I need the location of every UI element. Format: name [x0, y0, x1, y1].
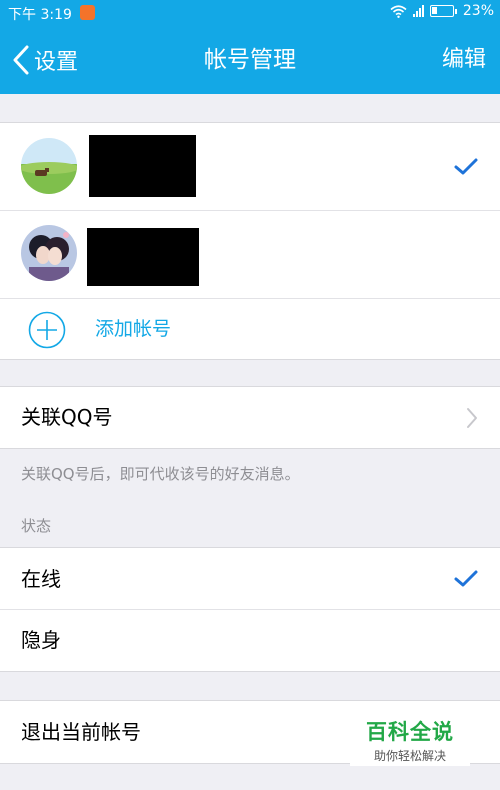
status-bar: 下午 3:19 23%: [0, 0, 500, 26]
status-option-label: 隐身: [21, 628, 61, 652]
accounts-list: 添加帐号: [0, 122, 500, 360]
watermark-slogan: 助你轻松解决: [373, 749, 446, 763]
status-indicators: 23%: [390, 3, 494, 19]
redacted-account-name: [89, 135, 196, 197]
avatar: [21, 225, 77, 281]
checkmark-icon: [454, 570, 478, 587]
link-qq-description: 关联QQ号后，即可代收该号的好友消息。: [21, 465, 300, 483]
redacted-account-name: [87, 228, 199, 286]
logout-label: 退出当前帐号: [21, 720, 141, 744]
account-row[interactable]: [0, 123, 500, 211]
back-label: 设置: [34, 50, 79, 75]
status-option-invisible[interactable]: 隐身: [0, 610, 500, 671]
account-row[interactable]: [0, 211, 500, 299]
wifi-icon: [390, 4, 407, 18]
status-time: 下午 3:19: [8, 7, 72, 23]
signal-icon: [412, 5, 424, 17]
link-qq-group: 关联QQ号: [0, 386, 500, 449]
add-account-button[interactable]: 添加帐号: [0, 299, 500, 359]
status-options: 在线 隐身: [0, 547, 500, 672]
navigation-bar: 设置 帐号管理 编辑: [0, 26, 500, 94]
watermark: 百科全说 助你轻松解决: [350, 713, 470, 766]
chevron-left-icon: [13, 45, 29, 75]
chevron-right-icon: [467, 408, 477, 428]
status-section-header: 状态: [21, 517, 52, 535]
link-qq-row[interactable]: 关联QQ号: [0, 387, 500, 448]
battery-level: 23%: [462, 3, 494, 19]
add-account-label: 添加帐号: [95, 318, 172, 340]
notification-icon: [80, 5, 95, 20]
back-button[interactable]: 设置: [10, 26, 78, 94]
avatar: [21, 138, 77, 194]
battery-icon: [429, 5, 454, 17]
link-qq-label: 关联QQ号: [21, 405, 113, 429]
plus-circle-icon: [28, 311, 66, 349]
edit-button[interactable]: 编辑: [442, 26, 486, 94]
checkmark-icon: [454, 158, 478, 175]
status-option-label: 在线: [21, 567, 61, 591]
watermark-brand: 百科全说: [366, 720, 454, 744]
battery-tip: [454, 8, 457, 14]
status-option-online[interactable]: 在线: [0, 548, 500, 610]
